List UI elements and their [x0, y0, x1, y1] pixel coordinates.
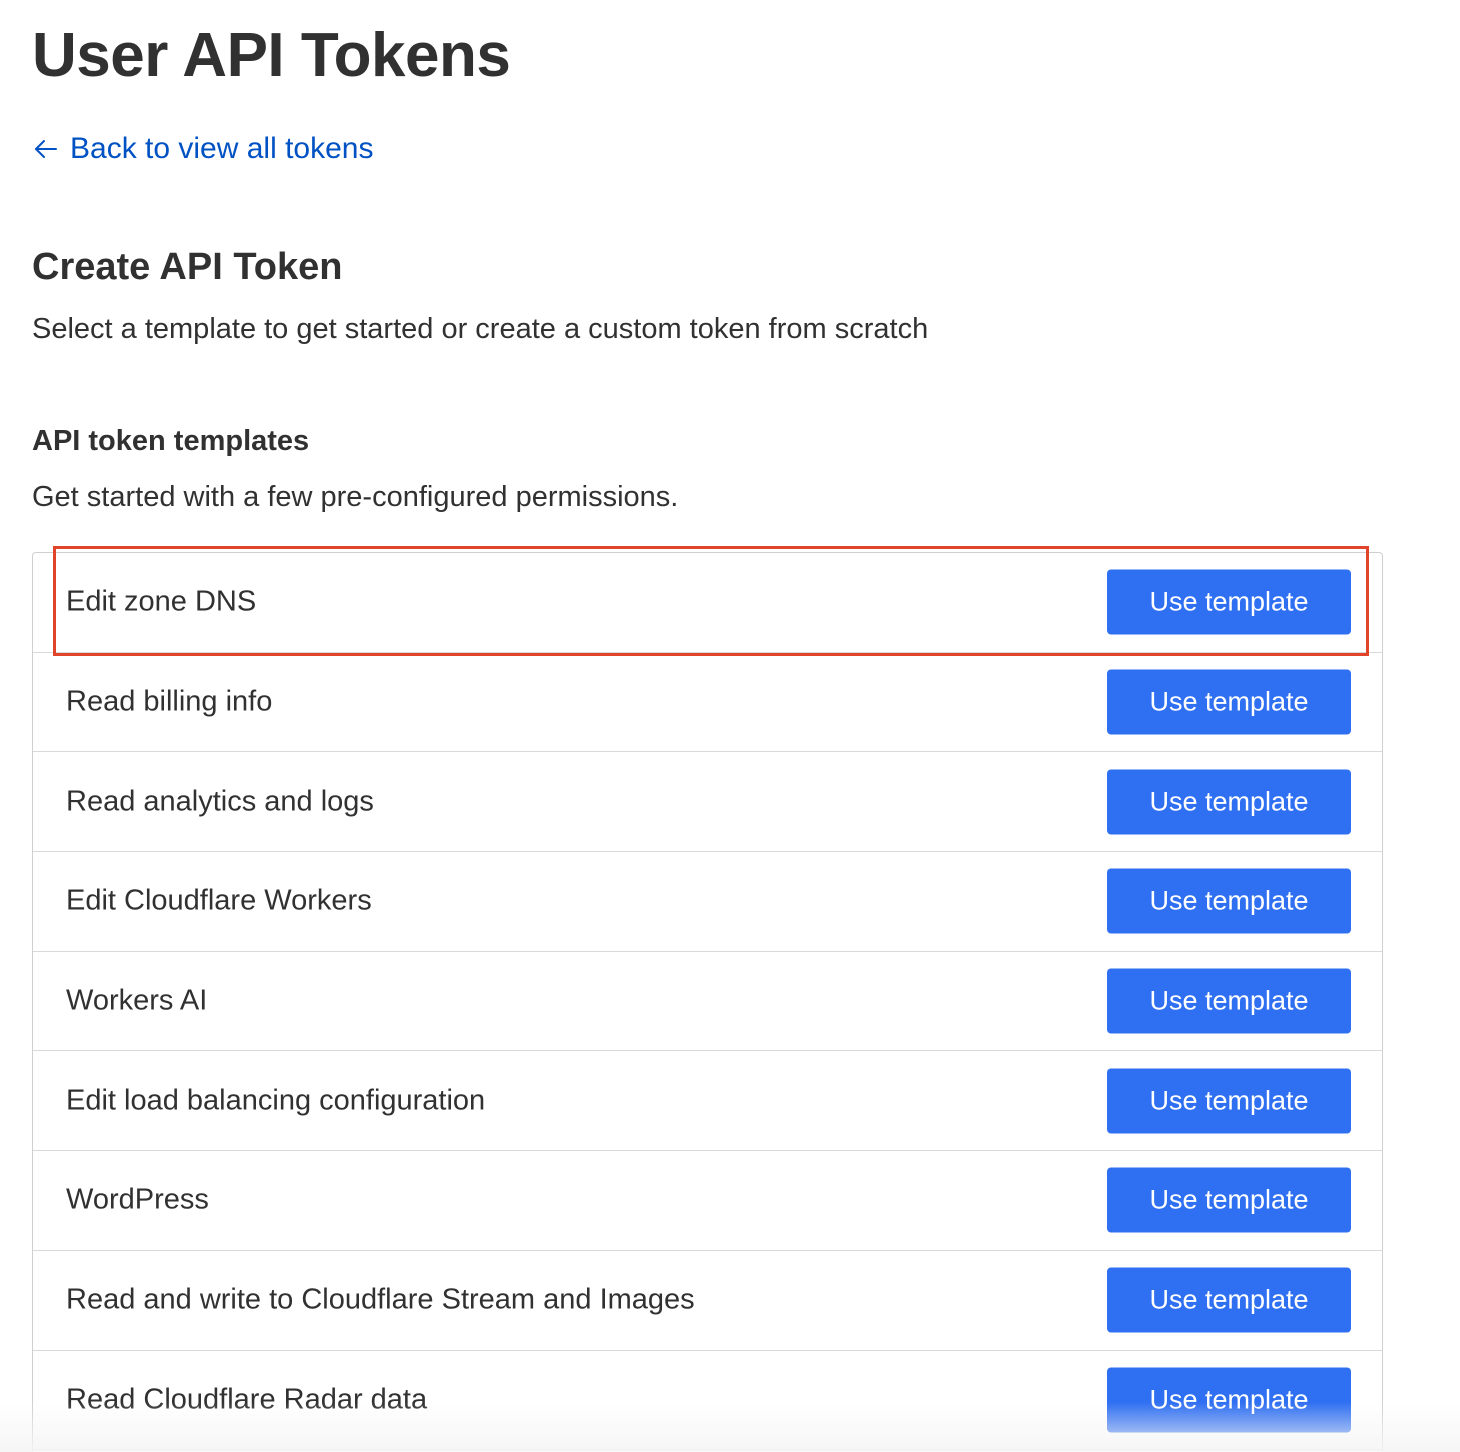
use-template-button[interactable]: Use template [1107, 569, 1351, 635]
template-row-stream-images: Read and write to Cloudflare Stream and … [33, 1251, 1382, 1351]
template-row-radar-data: Read Cloudflare Radar data Use template [33, 1351, 1382, 1451]
template-row-workers-ai: Workers AI Use template [33, 952, 1382, 1052]
use-template-button[interactable]: Use template [1107, 968, 1351, 1034]
use-template-button[interactable]: Use template [1107, 669, 1351, 735]
template-row-edit-workers: Edit Cloudflare Workers Use template [33, 852, 1382, 952]
template-name: Read billing info [66, 685, 273, 718]
create-token-title: Create API Token [32, 246, 343, 288]
template-name: Edit Cloudflare Workers [66, 884, 372, 917]
create-token-subtitle: Select a template to get started or crea… [32, 313, 929, 345]
template-name: Read and write to Cloudflare Stream and … [66, 1283, 695, 1316]
template-name: Read Cloudflare Radar data [66, 1383, 428, 1416]
template-row-read-billing-info: Read billing info Use template [33, 653, 1382, 753]
use-template-button[interactable]: Use template [1107, 1167, 1351, 1233]
template-name: Edit zone DNS [66, 585, 257, 618]
template-row-wordpress: WordPress Use template [33, 1151, 1382, 1251]
template-row-edit-load-balancing: Edit load balancing configuration Use te… [33, 1051, 1382, 1152]
use-template-button[interactable]: Use template [1107, 769, 1351, 835]
template-name: Read analytics and logs [66, 785, 374, 818]
use-template-button[interactable]: Use template [1107, 868, 1351, 934]
back-link-label: Back to view all tokens [70, 132, 374, 165]
templates-heading: API token templates [32, 425, 310, 457]
template-list: Edit zone DNS Use template Read billing … [32, 552, 1383, 1452]
templates-description: Get started with a few pre-configured pe… [32, 481, 679, 513]
use-template-button[interactable]: Use template [1107, 1367, 1351, 1433]
template-row-read-analytics-logs: Read analytics and logs Use template [33, 752, 1382, 853]
template-name: Workers AI [66, 984, 208, 1017]
use-template-button[interactable]: Use template [1107, 1068, 1351, 1134]
arrow-left-icon [32, 135, 60, 163]
template-row-edit-zone-dns: Edit zone DNS Use template [33, 553, 1382, 653]
page-title: User API Tokens [32, 21, 511, 90]
use-template-button[interactable]: Use template [1107, 1267, 1351, 1333]
back-to-tokens-link[interactable]: Back to view all tokens [32, 130, 373, 168]
template-name: Edit load balancing configuration [66, 1084, 486, 1117]
template-name: WordPress [66, 1183, 209, 1216]
